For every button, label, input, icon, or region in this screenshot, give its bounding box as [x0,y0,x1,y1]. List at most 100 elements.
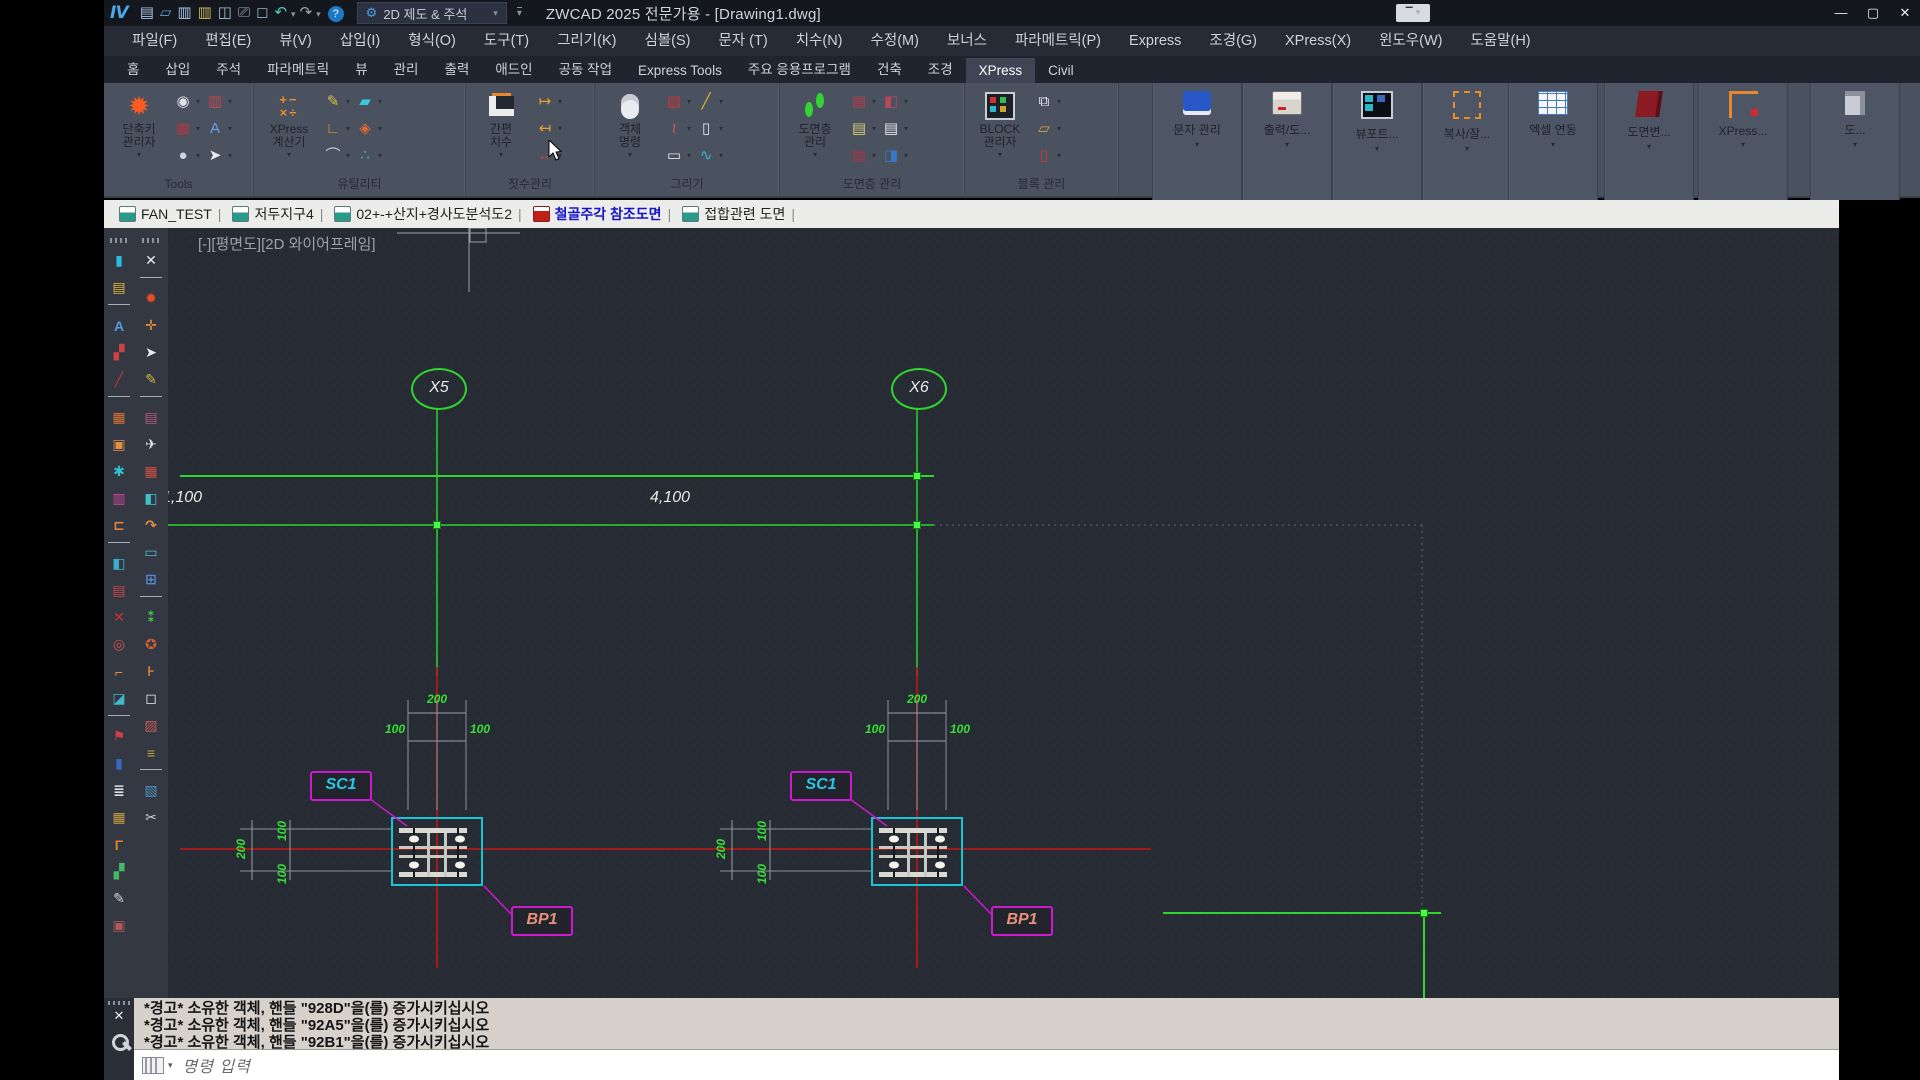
menu-item[interactable]: Express [1115,26,1195,56]
plot-drawing-button[interactable]: 출력/도...▾ [1242,83,1332,202]
menu-item[interactable]: 조경(G) [1195,26,1271,56]
ribbon-tab-Express Tools[interactable]: Express Tools [625,58,735,83]
ribbon-tab-홈[interactable]: 홈 [114,53,152,83]
qat-collapse-icon[interactable]: ▾ [517,7,522,19]
chevron-down-icon[interactable]: ▾ [196,124,200,133]
layer-blue-icon[interactable]: ◨▾ [880,143,908,168]
arc-icon[interactable]: ⌒▾ [322,143,350,168]
redo-icon[interactable]: ↷ [300,1,313,25]
screen-tool-icon[interactable]: ◧ [136,485,166,512]
drawing-area[interactable]: [-][평면도][2D 와이어프레임] [168,228,1839,998]
text-manager-button[interactable]: 문자 관리▾ [1152,83,1242,202]
dim-horizontal-icon[interactable]: ↦▾ [534,89,562,114]
grid-bubble-x6[interactable]: X6 [891,368,947,410]
box-tool-icon[interactable]: ▣ [104,431,134,458]
chevron-down-icon[interactable]: ▾ [872,124,876,133]
footprints-tool-icon[interactable]: ⁑ [136,604,166,631]
diagonal-pencil-icon[interactable]: ╱▾ [695,89,723,114]
hook-tool-icon[interactable]: ↷ [136,512,166,539]
ribbon-tab-출력[interactable]: 출력 [431,53,482,83]
viewport-button[interactable]: 뷰포트...▾ [1332,83,1422,202]
menu-item[interactable]: 파라메트릭(P) [1001,26,1115,56]
hatch-tool-icon[interactable]: ▞ [104,339,134,366]
baseplate-tag-bp1[interactable]: BP1 [511,906,573,936]
delete-tool-icon[interactable]: ✕ [104,604,134,631]
chevron-down-icon[interactable]: ▾ [346,151,350,160]
ribbon-tab-공동 작업[interactable]: 공동 작업 [546,53,625,83]
chevron-down-icon[interactable]: ▾ [904,124,908,133]
layer-yellow-icon[interactable]: ▤▾ [848,116,876,141]
chevron-down-icon[interactable]: ▾ [228,124,232,133]
close-icon[interactable]: ✕ [104,1008,134,1024]
quick-dimension-button[interactable]: 간편치수▾ [472,87,530,159]
undo-menu-arrow[interactable]: ▾ [291,2,296,26]
display-tool-icon[interactable]: ▮ [104,247,134,274]
chevron-down-icon[interactable]: ▾ [904,97,908,106]
text-draft-icon[interactable]: A▾ [204,116,232,141]
menu-item[interactable]: 도움말(H) [1456,26,1544,56]
table-tool-icon[interactable]: ▦ [104,804,134,831]
block-manager-button[interactable]: BLOCK관리자▾ [971,87,1029,159]
pad-tool-icon[interactable]: ▭ [136,539,166,566]
chevron-down-icon[interactable]: ▾ [168,1060,173,1071]
layer-half-icon[interactable]: ◧▾ [880,89,908,114]
shortcut-manager-button[interactable]: ✹단축키관리자▾ [110,87,168,159]
swatch-tool-icon[interactable]: ◪ [104,685,134,712]
chevron-down-icon[interactable]: ▾ [872,97,876,106]
open-folder-icon[interactable]: ▱ [160,1,172,25]
ribbon-tab-Civil[interactable]: Civil [1035,58,1087,83]
shade-tool-icon[interactable]: ▧ [136,777,166,804]
plot-icon[interactable]: ◫ [218,1,232,25]
wrench-icon[interactable] [112,1034,129,1051]
menu-item[interactable]: 윈도우(W) [1365,26,1456,56]
chevron-down-icon[interactable]: ▾ [1057,151,1061,160]
ribbon-tab-파라메트릭[interactable]: 파라메트릭 [254,53,342,83]
minimize-button[interactable]: — [1832,3,1850,23]
object-command-button[interactable]: 객체명령▾ [601,87,659,159]
chevron-down-icon[interactable]: ▾ [558,124,562,133]
folder-icon[interactable]: ▱▾ [1033,116,1061,141]
chevron-down-icon[interactable]: ▾ [378,97,382,106]
chevron-down-icon[interactable]: ▾ [346,124,350,133]
ribbon-toggle-button[interactable]: ▔▾ [1396,4,1430,22]
angle-tool-icon[interactable]: Γ [104,831,134,858]
menu-item[interactable]: 형식(O) [394,26,470,56]
layer-red-icon[interactable]: ▤▾ [848,89,876,114]
menu-item[interactable]: 수정(M) [857,26,933,56]
line-tool-icon[interactable]: ╱ [104,366,134,393]
excel-link-button[interactable]: 엑셀 연동▾ [1508,83,1598,202]
monitor-tool-icon[interactable]: ◧ [104,550,134,577]
maximize-button[interactable]: ▢ [1864,3,1882,23]
hatch2-tool-icon[interactable]: ▨ [136,712,166,739]
menu-item[interactable]: 편집(E) [191,26,265,56]
pick-cursor-icon[interactable]: ➤▾ [204,143,232,168]
chevron-down-icon[interactable]: ▾ [687,151,691,160]
scissors-tool-icon[interactable]: ✂ [136,804,166,831]
bracket-tool-icon[interactable]: ⊏ [104,512,134,539]
chevron-down-icon[interactable]: ▾ [1057,124,1061,133]
menu-item[interactable]: 뷰(V) [265,26,326,56]
rectangle-icon[interactable]: ▭▾ [663,143,691,168]
chevron-down-icon[interactable]: ▾ [1057,97,1061,106]
drawing-tab[interactable]: 접합관련 도면 [677,204,785,224]
new-file-icon[interactable]: ▤ [140,1,154,25]
drawing-tab[interactable]: FAN_TEST [114,206,212,222]
chevron-down-icon[interactable]: ▾ [228,97,232,106]
command-history[interactable]: *경고* 소유한 객체, 핸들 "928D"을(를) 증가시키십시오*경고* 소… [134,998,1839,1049]
save-as-icon[interactable]: ▥ [198,1,212,25]
chevron-down-icon[interactable]: ▾ [346,97,350,106]
print-icon[interactable]: ⎚ [238,1,250,25]
drawing-tab[interactable]: 02+-+산지+경사도분석도2 [329,204,512,224]
ribbon-tab-XPress[interactable]: XPress [966,58,1036,83]
polyline-dots-icon[interactable]: ∿▾ [695,143,723,168]
ribbon-tab-뷰[interactable]: 뷰 [342,53,380,83]
chevron-down-icon[interactable]: ▾ [687,124,691,133]
command-keyboard-icon[interactable] [142,1057,164,1074]
close-button[interactable]: ✕ [1896,3,1914,23]
preview-icon[interactable]: ◻ [256,1,268,25]
menu-item[interactable]: 그리기(K) [543,26,630,56]
ribbon-tab-주석[interactable]: 주석 [203,53,254,83]
dim-tool-icon[interactable]: ⊦ [136,658,166,685]
menu-item[interactable]: 파일(F) [118,26,191,56]
chevron-down-icon[interactable]: ▾ [719,124,723,133]
